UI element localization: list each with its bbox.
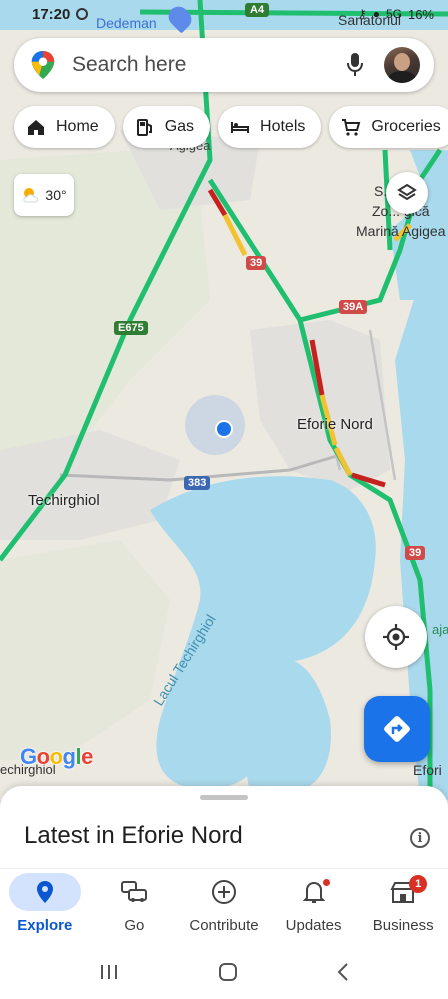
system-nav-bar bbox=[0, 944, 448, 999]
nav-label: Updates bbox=[285, 917, 342, 934]
nav-go[interactable]: Go bbox=[90, 869, 180, 944]
nav-contribute[interactable]: Contribute bbox=[179, 869, 269, 944]
nav-label: Go bbox=[124, 917, 145, 934]
home-icon bbox=[28, 120, 44, 135]
layers-icon bbox=[397, 183, 417, 201]
map-label-eforie-nord[interactable]: Eforie Nord bbox=[297, 416, 373, 433]
maps-pin-logo-icon bbox=[31, 50, 55, 80]
road-shield-383: 383 bbox=[184, 476, 211, 490]
google-logo: Google bbox=[20, 744, 93, 769]
mic-icon[interactable] bbox=[340, 50, 370, 80]
signal-label: 5G bbox=[385, 7, 402, 21]
category-chips: Home Gas Hotels Groceries bbox=[14, 106, 448, 150]
map-label-techirghiol[interactable]: Techirghiol bbox=[28, 492, 100, 509]
nav-label: Explore bbox=[17, 917, 73, 934]
nav-label: Business bbox=[372, 917, 434, 934]
road-shield-e675: E675 bbox=[114, 321, 148, 335]
road-shield-39a: 39A bbox=[339, 300, 368, 314]
business-badge: 1 bbox=[409, 875, 428, 893]
search-bar[interactable]: Search here bbox=[14, 38, 434, 92]
chip-groceries[interactable]: Groceries bbox=[329, 106, 448, 148]
avatar[interactable] bbox=[384, 47, 420, 83]
bell-icon bbox=[302, 881, 325, 903]
nav-label: Contribute bbox=[189, 917, 259, 934]
map-label-marina[interactable]: Marină Agigea bbox=[356, 223, 446, 239]
crosshair-icon bbox=[383, 624, 409, 650]
my-location-button[interactable] bbox=[365, 606, 427, 668]
road-shield-39-south: 39 bbox=[405, 546, 426, 560]
bed-icon bbox=[231, 122, 250, 133]
status-app-icon bbox=[76, 8, 89, 20]
chip-home[interactable]: Home bbox=[14, 106, 115, 148]
nav-business[interactable]: 1 Business bbox=[358, 869, 448, 944]
nav-updates[interactable]: Updates bbox=[269, 869, 359, 944]
partly-cloudy-icon bbox=[23, 188, 39, 203]
chip-label: Hotels bbox=[260, 118, 306, 135]
home-button-icon[interactable] bbox=[217, 961, 239, 983]
plus-circle-icon bbox=[211, 880, 236, 904]
car-icon bbox=[121, 881, 148, 902]
explore-pin-icon bbox=[36, 881, 53, 903]
status-bar: 17:20 ⚷ ● 5G 16% bbox=[0, 0, 448, 28]
directions-arrow-icon bbox=[384, 716, 410, 742]
info-icon[interactable]: i bbox=[410, 828, 430, 848]
battery-percent: 16% bbox=[407, 6, 434, 22]
bottom-sheet[interactable]: Latest in Eforie Nord i bbox=[0, 786, 448, 874]
cart-icon bbox=[342, 119, 361, 136]
status-time: 17:20 bbox=[32, 5, 71, 23]
chip-label: Home bbox=[56, 118, 99, 135]
location-status-icon: ● bbox=[372, 7, 380, 21]
search-input[interactable]: Search here bbox=[72, 53, 340, 77]
recent-apps-icon[interactable] bbox=[98, 963, 120, 981]
chip-label: Groceries bbox=[371, 118, 441, 135]
weather-widget[interactable]: 30° bbox=[14, 174, 74, 216]
sheet-drag-handle[interactable] bbox=[200, 795, 248, 800]
nav-explore[interactable]: Explore bbox=[0, 869, 90, 944]
key-icon: ⚷ bbox=[357, 7, 367, 21]
back-icon[interactable] bbox=[336, 961, 350, 983]
weather-temp: 30° bbox=[45, 187, 67, 203]
bottom-nav: Explore Go Contribute Updates 1 Business bbox=[0, 868, 448, 944]
map-label-eforie-edge[interactable]: Efori bbox=[413, 762, 442, 778]
road-shield-39: 39 bbox=[246, 256, 267, 270]
chip-gas[interactable]: Gas bbox=[122, 106, 211, 148]
chip-hotels[interactable]: Hotels bbox=[218, 106, 322, 148]
directions-button[interactable] bbox=[364, 696, 430, 762]
gas-station-icon bbox=[136, 119, 152, 136]
chip-label: Gas bbox=[164, 118, 195, 135]
sheet-title: Latest in Eforie Nord bbox=[24, 822, 243, 849]
layers-button[interactable] bbox=[386, 172, 428, 214]
map-label-baja[interactable]: aja bbox=[432, 622, 448, 637]
updates-dot-badge bbox=[322, 879, 330, 886]
